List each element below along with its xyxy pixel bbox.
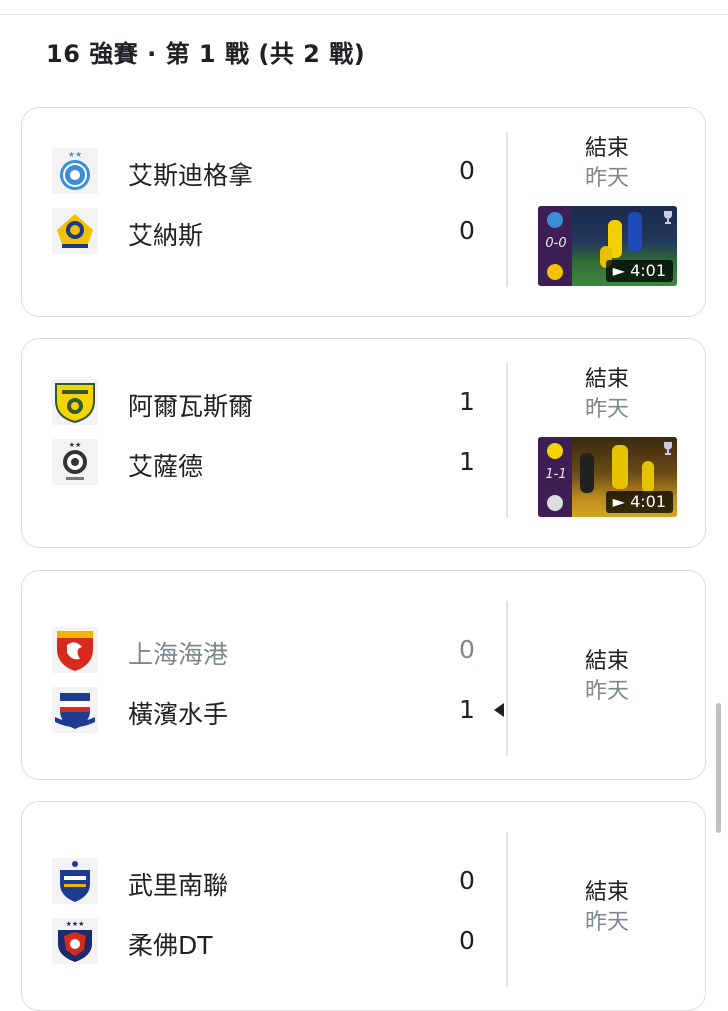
match-card[interactable]: 阿爾瓦斯爾 1 ★★ 艾薩德 1 結束 昨天 1-1 ► 4:01 — [21, 338, 706, 548]
home-team-row: 武里南聯 0 — [52, 858, 482, 906]
card-divider — [506, 132, 508, 287]
buriram-united-logo-icon — [52, 858, 98, 904]
match-status-label: 結束 — [584, 136, 629, 161]
al-sadd-logo-icon: ★★ — [52, 439, 98, 485]
esteghlal-logo-icon: ★★ — [52, 148, 98, 194]
away-team-score: 0 — [459, 216, 475, 245]
away-team-name: 橫濱水手 — [128, 700, 229, 729]
trophy-icon — [664, 211, 672, 224]
al-sadd-mini-logo-icon — [547, 495, 563, 511]
match-card[interactable]: ★★ 艾斯迪格拿 0 艾納斯 0 結束 昨天 0-0 ► 4:01 — [21, 107, 706, 317]
away-team-score: 0 — [459, 926, 475, 955]
yokohama-marinos-logo-icon — [52, 687, 98, 733]
svg-text:★★: ★★ — [69, 441, 82, 449]
home-team-name: 武里南聯 — [128, 871, 229, 900]
match-status-label: 結束 — [584, 880, 629, 905]
home-team-name: 上海海港 — [128, 640, 229, 669]
home-team-name: 阿爾瓦斯爾 — [128, 392, 254, 421]
home-team-name: 艾斯迪格拿 — [128, 161, 254, 190]
away-team-row: 橫濱水手 1 — [52, 687, 504, 735]
away-team-score: 1 — [459, 695, 475, 724]
video-duration: ► 4:01 — [605, 260, 673, 282]
home-team-row: 阿爾瓦斯爾 1 — [52, 379, 482, 427]
match-status-label: 結束 — [584, 367, 629, 392]
winner-indicator-icon — [494, 703, 504, 717]
video-duration-text: 4:01 — [630, 492, 666, 511]
svg-text:★★: ★★ — [68, 150, 82, 159]
match-date: 昨天 — [584, 166, 629, 191]
thumbnail-score: 1-1 — [545, 467, 567, 482]
match-date: 昨天 — [584, 397, 629, 422]
away-team-row: 艾納斯 0 — [52, 208, 482, 256]
match-status-label: 結束 — [584, 649, 629, 674]
away-team-row: ★★ 艾薩德 1 — [52, 439, 482, 487]
thumbnail-score-panel: 0-0 — [538, 206, 572, 286]
card-divider — [506, 832, 508, 987]
match-status: 結束 昨天 — [522, 878, 692, 938]
video-duration-text: 4:01 — [630, 261, 666, 280]
home-team-score: 0 — [459, 866, 475, 895]
shanghai-port-logo-icon — [52, 627, 98, 673]
card-divider — [506, 363, 508, 518]
home-team-score: 0 — [459, 156, 475, 185]
away-team-name: 艾納斯 — [128, 221, 204, 250]
match-card[interactable]: 武里南聯 0 ★★★ 柔佛DT 0 結束 昨天 — [21, 801, 706, 1011]
match-date: 昨天 — [584, 910, 629, 935]
match-date: 昨天 — [584, 679, 629, 704]
match-card[interactable]: 上海海港 0 橫濱水手 1 結束 昨天 — [21, 570, 706, 780]
top-divider — [0, 0, 728, 15]
highlight-video-thumbnail[interactable]: 0-0 ► 4:01 — [538, 206, 677, 286]
home-team-score: 1 — [459, 387, 475, 416]
match-status: 結束 昨天 — [522, 134, 692, 194]
al-nassr-logo-icon — [52, 208, 98, 254]
highlight-video-thumbnail[interactable]: 1-1 ► 4:01 — [538, 437, 677, 517]
away-team-name: 艾薩德 — [128, 452, 204, 481]
home-team-row: 上海海港 0 — [52, 627, 482, 675]
thumbnail-score-panel: 1-1 — [538, 437, 572, 517]
trophy-icon — [664, 442, 672, 455]
away-team-row: ★★★ 柔佛DT 0 — [52, 918, 482, 966]
esteghlal-mini-logo-icon — [547, 212, 563, 228]
thumbnail-score: 0-0 — [545, 236, 567, 251]
away-team-score: 1 — [459, 447, 475, 476]
svg-text:★★★: ★★★ — [66, 920, 85, 928]
al-wasl-logo-icon — [52, 379, 98, 425]
johor-dt-logo-icon: ★★★ — [52, 918, 98, 964]
home-team-row: ★★ 艾斯迪格拿 0 — [52, 148, 482, 196]
al-wasl-mini-logo-icon — [547, 443, 563, 459]
away-team-name: 柔佛DT — [128, 931, 213, 960]
home-team-score: 0 — [459, 635, 475, 664]
al-nassr-mini-logo-icon — [547, 264, 563, 280]
video-duration: ► 4:01 — [605, 491, 673, 513]
scrollbar[interactable] — [716, 703, 721, 833]
section-title: 16 強賽 · 第 1 戰 (共 2 戰) — [46, 40, 366, 68]
match-status: 結束 昨天 — [522, 365, 692, 425]
match-status: 結束 昨天 — [522, 647, 692, 707]
card-divider — [506, 601, 508, 756]
